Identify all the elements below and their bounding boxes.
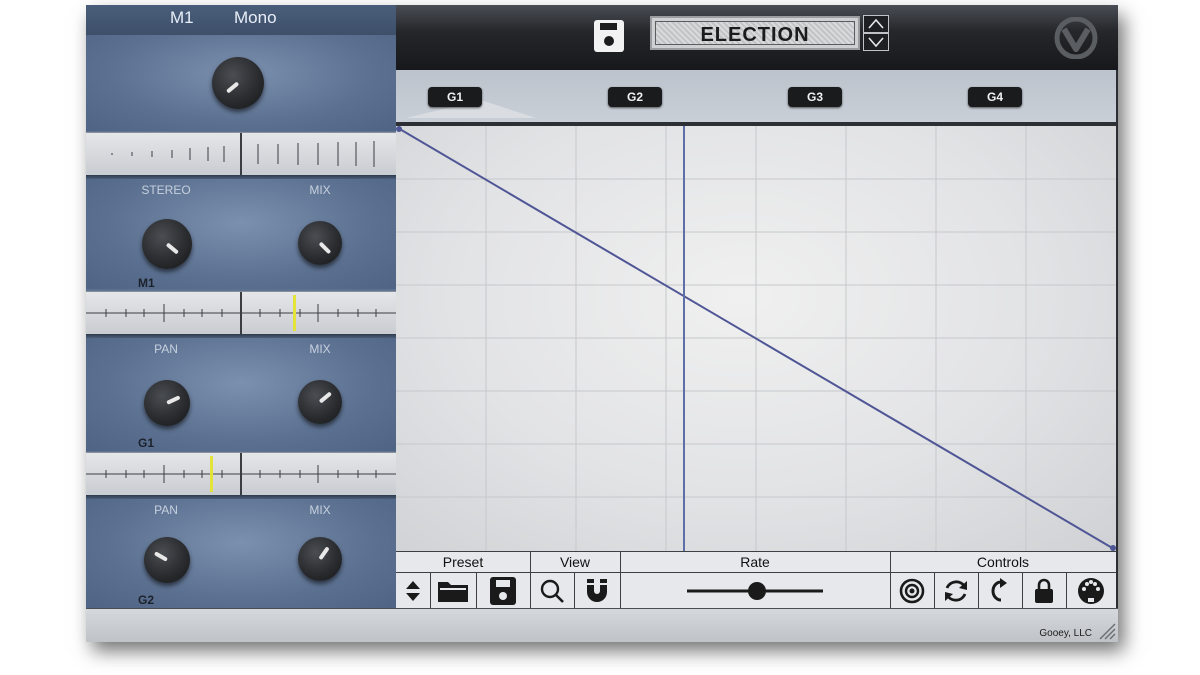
preset-stepper-button[interactable]: [396, 573, 431, 609]
view-group-label: View: [530, 552, 620, 573]
view-group: View: [530, 552, 621, 609]
rate-group: Rate: [620, 552, 891, 609]
target-label: M1: [138, 276, 155, 290]
left-panel: M1 Mono STEREO MIX M1 PAN MIX G1 PAN MIX…: [86, 5, 396, 608]
g1-meter: [86, 452, 396, 496]
magnet-icon: [587, 579, 607, 602]
folder-icon: [438, 582, 468, 602]
pan-knob[interactable]: [144, 537, 190, 583]
return-button[interactable]: [978, 573, 1023, 609]
rate-slider-track: [687, 582, 823, 600]
loop-button[interactable]: [934, 573, 979, 609]
mix-label: MIX: [309, 342, 331, 356]
mix-knob[interactable]: [298, 221, 342, 265]
slot-label: M1: [170, 8, 194, 27]
mix-label: MIX: [309, 183, 331, 197]
pan-label: PAN: [154, 503, 178, 517]
preset-group-label: Preset: [396, 552, 530, 573]
master-section: [86, 35, 396, 131]
loop-icon: [945, 580, 967, 602]
save-icon: [490, 577, 516, 605]
pan-knob[interactable]: [144, 380, 190, 426]
zoom-icon: [540, 579, 564, 603]
section-g1: PAN MIX G1: [86, 338, 396, 451]
mix-knob[interactable]: [298, 537, 342, 581]
target-icon: [899, 578, 925, 604]
preset-stepper[interactable]: [863, 15, 889, 51]
mode-label[interactable]: Mono: [234, 8, 277, 28]
controls-group-label: Controls: [890, 552, 1116, 573]
controls-group: Controls: [890, 552, 1116, 609]
floppy-icon[interactable]: [594, 20, 624, 52]
master-meter: [86, 132, 396, 176]
preset-name: ELECTION: [700, 24, 810, 46]
envelope-node[interactable]: [396, 126, 402, 132]
tab-g2[interactable]: G2: [608, 87, 662, 107]
target-button[interactable]: [890, 573, 935, 609]
mix-knob[interactable]: [298, 380, 342, 424]
master-knob[interactable]: [212, 57, 264, 109]
m1-meter: [86, 291, 396, 335]
group-tabs: G1 G2 G3 G4: [396, 70, 1116, 126]
mix-label: MIX: [309, 503, 331, 517]
target-label: G1: [138, 436, 155, 450]
section-g2: PAN MIX G2: [86, 499, 396, 608]
preset-group: Preset: [396, 552, 531, 609]
save-preset-button[interactable]: [476, 573, 530, 609]
up-down-arrows-icon: [406, 581, 420, 601]
resize-grip-icon[interactable]: [1096, 620, 1116, 640]
tab-g1[interactable]: G1: [428, 87, 482, 107]
rate-group-label: Rate: [620, 552, 890, 573]
envelope-grid: [396, 126, 1116, 551]
midi-button[interactable]: [1066, 573, 1116, 609]
lock-icon: [1035, 578, 1053, 603]
left-panel-header: M1 Mono: [86, 5, 396, 35]
return-icon: [991, 578, 1007, 602]
copyright-label: Gooey, LLC: [1039, 628, 1092, 639]
zoom-button[interactable]: [530, 573, 575, 609]
target-label: G2: [138, 593, 155, 607]
snap-button[interactable]: [574, 573, 620, 609]
pan-label: PAN: [154, 342, 178, 356]
envelope-graph[interactable]: [396, 126, 1116, 551]
tab-g3[interactable]: G3: [788, 87, 842, 107]
section-m1: STEREO MIX M1: [86, 179, 396, 290]
lock-button[interactable]: [1022, 573, 1067, 609]
preset-name-box[interactable]: ELECTION: [650, 16, 860, 50]
open-folder-button[interactable]: [430, 573, 477, 609]
tab-g4[interactable]: G4: [968, 87, 1022, 107]
gooey-logo-icon: [1054, 17, 1098, 59]
stereo-knob[interactable]: [142, 219, 192, 269]
status-bar: Gooey, LLC: [86, 608, 1118, 642]
midi-icon: [1078, 578, 1104, 604]
stereo-label: STEREO: [141, 183, 191, 197]
rate-slider[interactable]: [620, 573, 890, 609]
bottom-toolbar: Preset View Rate Controls: [396, 551, 1116, 609]
